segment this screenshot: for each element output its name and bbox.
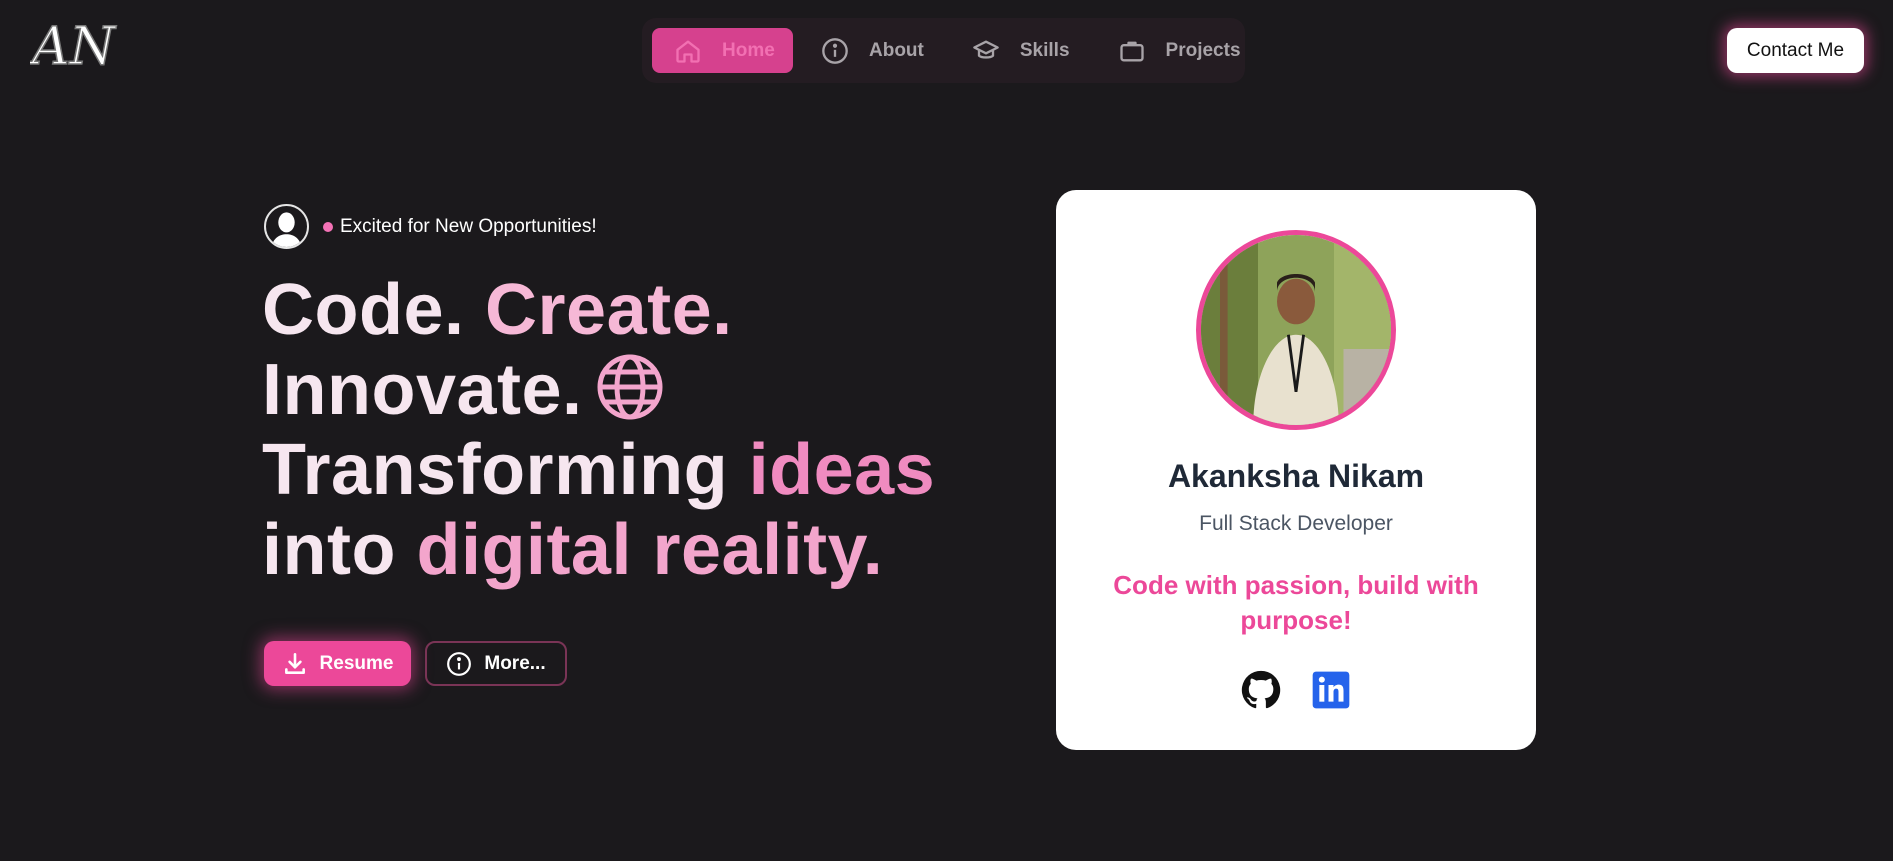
home-icon [674,37,702,65]
headline-line-2: Innovate. [262,350,935,430]
avatar-silhouette-icon [271,212,302,247]
main-nav: Home About Skills Projects [642,18,1245,83]
headline-line-3: Transforming ideas [262,430,935,510]
profile-photo [1196,230,1396,430]
headline-word: Create. [485,270,733,350]
nav-item-home[interactable]: Home [652,28,793,73]
nav-item-skills[interactable]: Skills [952,28,1090,73]
profile-name: Akanksha Nikam [1167,458,1425,494]
resume-button[interactable]: Resume [264,641,411,686]
briefcase-icon [1118,37,1146,65]
resume-label: Resume [319,652,394,674]
hero-actions: Resume More... [264,641,567,686]
contact-me-button[interactable]: Contact Me [1727,28,1864,73]
status-dot [323,221,333,232]
info-icon [446,651,472,677]
globe-icon [595,352,665,422]
linkedin-icon[interactable] [1311,670,1351,710]
download-icon [282,651,308,677]
profile-card: Akanksha Nikam Full Stack Developer Code… [1056,190,1536,750]
social-links [1056,670,1536,710]
more-button[interactable]: More... [425,641,567,686]
status-text: Excited for New Opportunities! [340,215,597,237]
nav-item-label: About [869,39,924,61]
logo[interactable]: AN [27,12,140,82]
logo-monogram: AN [27,16,117,78]
nav-item-projects[interactable]: Projects [1098,28,1261,73]
nav-item-label: Home [722,39,775,61]
headline-line-1: Code. Create. [262,270,935,350]
profile-photo-image [1201,235,1391,425]
headline-word: ideas [748,430,936,510]
status-indicator: Excited for New Opportunities! [264,204,597,249]
headline-word: into [262,510,396,590]
headline-word: digital reality. [416,510,884,590]
info-icon [821,37,849,65]
headline-line-4: into digital reality. [262,510,935,590]
avatar [264,204,309,249]
profile-quote: Code with passion, build with purpose! [1113,570,1479,635]
profile-role: Full Stack Developer [1199,512,1393,535]
nav-item-label: Skills [1019,39,1070,61]
nav-item-about[interactable]: About [801,28,944,73]
headline-word: Code. [262,270,465,350]
nav-item-label: Projects [1165,39,1241,61]
svg-text:AN: AN [30,17,117,77]
headline-word: Transforming [262,430,729,510]
hero-headline: Code. Create. Innovate. Transforming ide… [262,270,935,590]
more-label: More... [484,652,546,674]
graduation-cap-icon [972,37,1000,65]
github-icon[interactable] [1241,670,1281,710]
headline-word: Innovate. [262,350,583,430]
